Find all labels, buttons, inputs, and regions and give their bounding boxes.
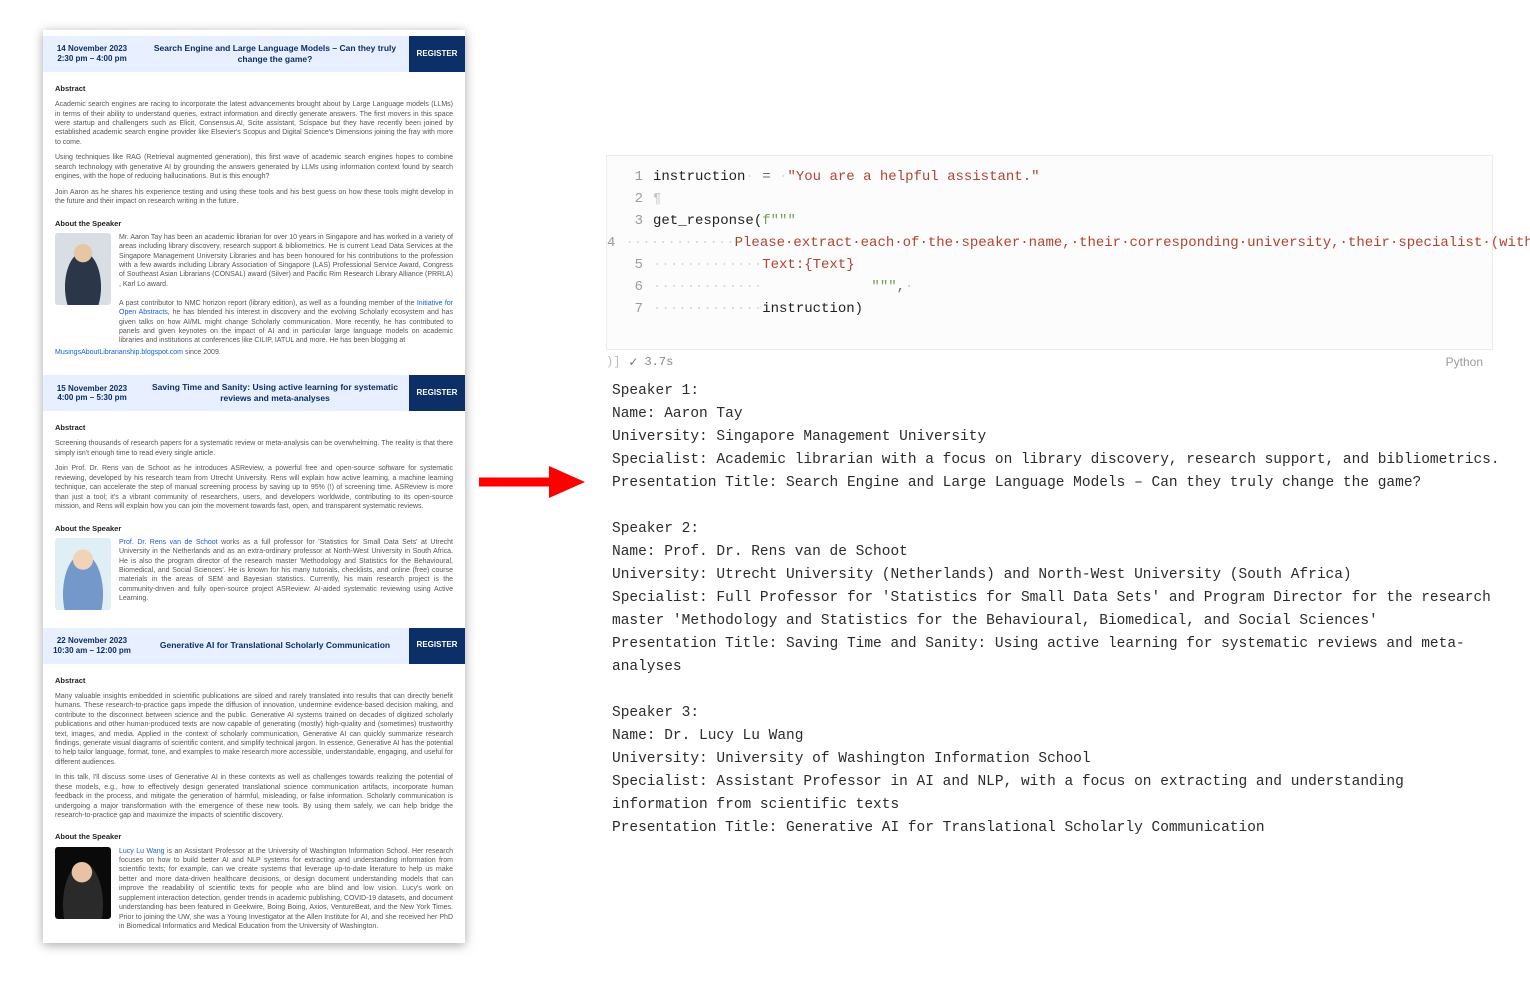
event-time-3: 10:30 am – 12:00 pm <box>53 646 131 656</box>
event-date-1: 14 November 2023 <box>57 44 127 54</box>
code-line-1: instruction· = ·"You are a helpful assis… <box>653 166 1040 188</box>
event-time-2: 4:00 pm – 5:30 pm <box>57 393 126 403</box>
event-header-2: 15 November 2023 4:00 pm – 5:30 pm Savin… <box>43 375 465 411</box>
speaker-bio-1c: , he has blended his interest in discove… <box>119 309 453 344</box>
speaker-label-3: About the Speaker <box>55 832 453 842</box>
event-title-3: Generative AI for Translational Scholarl… <box>141 628 409 664</box>
abstract-label-2: Abstract <box>55 423 453 433</box>
speaker-bio-3: Lucy Lu Wang is an Assistant Professor a… <box>119 847 453 932</box>
event-title-2: Saving Time and Sanity: Using active lea… <box>141 375 409 411</box>
cell-output: Speaker 1: Name: Aaron Tay University: S… <box>612 380 1502 840</box>
speaker-link-3[interactable]: Lucy Lu Wang <box>119 848 165 855</box>
code-cell[interactable]: 1instruction· = ·"You are a helpful assi… <box>606 155 1493 350</box>
register-button-1[interactable]: REGISTER <box>409 36 465 72</box>
abstract-para-2b: Join Prof. Dr. Rens van de Schoot as he … <box>55 464 453 511</box>
line-number: 1 <box>607 166 653 188</box>
abstract-para-1b: Using techniques like RAG (Retrieval aug… <box>55 153 453 181</box>
code-line-7: ·············instruction) <box>653 298 863 320</box>
code-line-5: ·············Text:{Text} <box>653 254 855 276</box>
line-number: 3 <box>607 210 653 232</box>
speaker-bio-1: Mr. Aaron Tay has been an academic libra… <box>119 233 453 346</box>
event-datetime-3: 22 November 2023 10:30 am – 12:00 pm <box>43 628 141 664</box>
event-datetime-2: 15 November 2023 4:00 pm – 5:30 pm <box>43 375 141 411</box>
speaker-link-1b[interactable]: MusingsAboutLibrarianship.blogspot.com <box>55 349 183 356</box>
abstract-para-2a: Screening thousands of research papers f… <box>55 439 453 458</box>
speaker-bio-1d: MusingsAboutLibrarianship.blogspot.com s… <box>55 348 453 357</box>
speaker-label-1: About the Speaker <box>55 219 453 229</box>
execution-status: )] ✓ 3.7s Python <box>606 350 1491 374</box>
event-title-1: Search Engine and Large Language Models … <box>141 36 409 72</box>
bracket-icon: )] <box>606 355 620 369</box>
canvas: 14 November 2023 2:30 pm – 4:00 pm Searc… <box>0 0 1530 989</box>
event-date-2: 15 November 2023 <box>57 384 127 394</box>
line-number: 5 <box>607 254 653 276</box>
speaker-label-2: About the Speaker <box>55 524 453 534</box>
register-button-3[interactable]: REGISTER <box>409 628 465 664</box>
speaker-photo-2 <box>55 538 111 610</box>
speaker-bio-1b: A past contributor to NMC horizon report… <box>119 300 417 307</box>
abstract-label-1: Abstract <box>55 84 453 94</box>
speaker-link-2[interactable]: Prof. Dr. Rens van de Schoot <box>119 539 218 546</box>
event-header-3: 22 November 2023 10:30 am – 12:00 pm Gen… <box>43 628 465 664</box>
abstract-para-3b: In this talk, I'll discuss some uses of … <box>55 773 453 820</box>
event-header-1: 14 November 2023 2:30 pm – 4:00 pm Searc… <box>43 36 465 72</box>
speaker-bio-2a: works as a full professor for 'Statistic… <box>119 539 453 603</box>
speaker-bio-3a: is an Assistant Professor at the Univers… <box>119 848 453 931</box>
event-time-1: 2:30 pm – 4:00 pm <box>57 54 126 64</box>
line-number: 2 <box>607 188 653 210</box>
language-label: Python <box>1446 355 1483 369</box>
speaker-bio-2: Prof. Dr. Rens van de Schoot works as a … <box>119 538 453 610</box>
code-lines: 1instruction· = ·"You are a helpful assi… <box>607 156 1492 320</box>
event-datetime-1: 14 November 2023 2:30 pm – 4:00 pm <box>43 36 141 72</box>
speaker-bio-1e: since 2009. <box>183 349 221 356</box>
code-line-2: ¶ <box>653 188 661 210</box>
event-date-3: 22 November 2023 <box>57 636 127 646</box>
execution-time: 3.7s <box>644 355 1445 369</box>
source-document: 14 November 2023 2:30 pm – 4:00 pm Searc… <box>43 30 465 943</box>
speaker-photo-3 <box>55 847 111 919</box>
abstract-para-3a: Many valuable insights embedded in scien… <box>55 692 453 768</box>
speaker-block-1: Mr. Aaron Tay has been an academic libra… <box>55 233 453 346</box>
speaker-block-3: Lucy Lu Wang is an Assistant Professor a… <box>55 847 453 932</box>
line-number: 7 <box>607 298 653 320</box>
abstract-para-1c: Join Aaron as he shares his experience t… <box>55 188 453 207</box>
abstract-label-3: Abstract <box>55 676 453 686</box>
code-line-3: get_response(f""" <box>653 210 796 232</box>
register-button-2[interactable]: REGISTER <box>409 375 465 411</box>
line-number: 4 <box>607 232 625 254</box>
line-number: 6 <box>607 276 653 298</box>
speaker-block-2: Prof. Dr. Rens van de Schoot works as a … <box>55 538 453 610</box>
code-line-6: ············· """,· <box>653 276 913 298</box>
speaker-bio-1a: Mr. Aaron Tay has been an academic libra… <box>119 234 453 288</box>
speaker-photo-1 <box>55 233 111 305</box>
code-line-4: ·············Please·extract·each·of·the·… <box>625 232 1530 254</box>
check-icon: ✓ <box>628 355 638 370</box>
abstract-para-1a: Academic search engines are racing to in… <box>55 100 453 147</box>
arrow-icon <box>475 462 585 502</box>
